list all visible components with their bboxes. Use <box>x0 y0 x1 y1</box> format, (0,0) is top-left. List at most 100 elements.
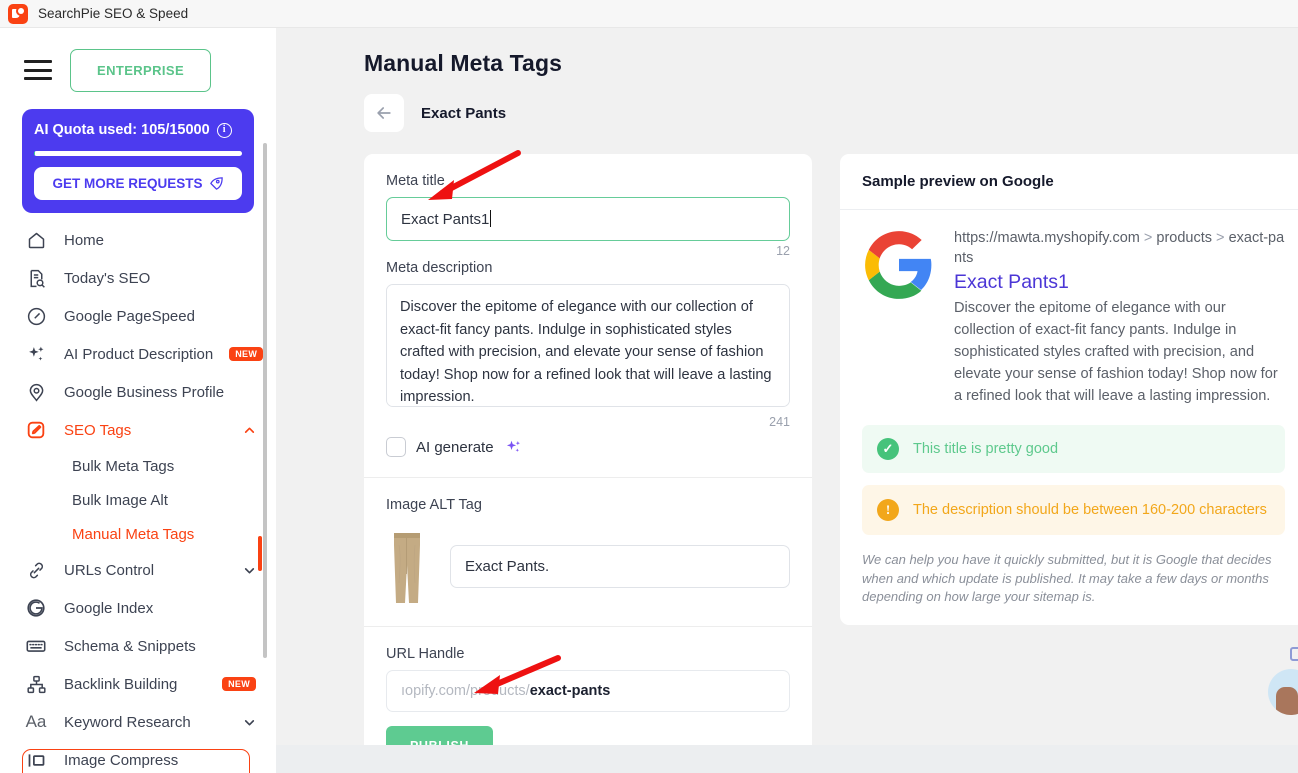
preview-description: Discover the epitome of elegance with ou… <box>954 300 1278 404</box>
sidebar-item-home[interactable]: Home <box>0 221 276 259</box>
sidebar-item-backlink-building[interactable]: Backlink Building NEW <box>0 665 276 703</box>
arrow-left-icon <box>377 107 391 119</box>
sidebar-subitem-label: Manual Meta Tags <box>72 525 195 543</box>
hamburger-menu-icon[interactable] <box>24 60 52 80</box>
preview-url-path-1: products <box>1156 230 1213 246</box>
home-icon <box>24 228 48 252</box>
active-item-indicator <box>258 536 262 571</box>
ai-generate-label: AI generate <box>416 438 494 456</box>
sidebar: ENTERPRISE AI Quota used: 105/15000 i GE… <box>0 28 276 773</box>
rocket-icon <box>209 177 223 190</box>
sidebar-item-label: Schema & Snippets <box>64 637 196 655</box>
image-alt-input[interactable]: Exact Pants. <box>450 545 790 588</box>
sidebar-item-label: SEO Tags <box>64 421 132 439</box>
meta-description-label: Meta description <box>386 260 493 276</box>
sidebar-subitem-label: Bulk Meta Tags <box>72 457 175 475</box>
sidebar-item-label: Google Business Profile <box>64 383 225 401</box>
google-g-icon <box>24 596 48 620</box>
sidebar-subitem-label: Bulk Image Alt <box>72 491 168 509</box>
sparkles-icon <box>24 342 48 366</box>
sidebar-item-label: Google PageSpeed <box>64 307 195 325</box>
sidebar-bottom-promo-box[interactable] <box>22 749 250 773</box>
breadcrumb: Exact Pants <box>276 77 1298 132</box>
sidebar-item-google-business-profile[interactable]: Google Business Profile <box>0 373 276 411</box>
breadcrumb-product-name: Exact Pants <box>421 104 507 122</box>
pants-illustration <box>386 525 428 608</box>
check-circle-icon: ✓ <box>877 438 899 460</box>
searchpie-logo-icon <box>8 3 28 24</box>
info-icon[interactable]: i <box>216 122 232 138</box>
status-alert-message: The description should be between 160-20… <box>913 502 1267 518</box>
khaki-pants-thumbnail <box>386 525 428 608</box>
ai-generate-checkbox[interactable] <box>386 437 406 457</box>
sidebar-nav: Home Today's SEO Google PageSpeed AI Pro… <box>0 213 276 773</box>
plan-badge-enterprise[interactable]: ENTERPRISE <box>70 48 212 92</box>
meta-title-input[interactable]: Exact Pants1 <box>386 197 790 241</box>
status-alert-message: This title is pretty good <box>913 441 1059 457</box>
main-content: Manual Meta Tags Exact Pants Meta title … <box>276 28 1298 773</box>
sidebar-item-schema-snippets[interactable]: Schema & Snippets <box>0 627 276 665</box>
status-alert-title: ✓ This title is pretty good <box>862 425 1285 473</box>
preview-title[interactable]: Exact Pants1 <box>954 269 1285 295</box>
meta-description-char-count: 241 <box>769 415 790 429</box>
url-handle-value: exact-pants <box>529 683 611 699</box>
sidebar-scrollbar[interactable] <box>263 143 267 658</box>
sidebar-item-google-pagespeed[interactable]: Google PageSpeed <box>0 297 276 335</box>
preview-url: https://mawta.myshopify.com > products >… <box>954 230 1285 266</box>
google-result: https://mawta.myshopify.com > products >… <box>840 210 1298 413</box>
google-preview-card: Sample preview on Google https://mawta.m… <box>840 154 1298 625</box>
status-alert-description: ! The description should be between 160-… <box>862 485 1285 535</box>
new-badge: NEW <box>229 347 264 361</box>
chevron-down-icon[interactable] <box>243 716 256 729</box>
image-alt-value: Exact Pants. <box>465 558 550 575</box>
sidebar-item-label: URLs Control <box>64 561 155 579</box>
sidebar-item-label: Google Index <box>64 599 154 617</box>
link-icon <box>24 558 48 582</box>
sidebar-subitem-bulk-meta-tags[interactable]: Bulk Meta Tags <box>0 449 276 483</box>
get-more-requests-button[interactable]: GET MORE REQUESTS <box>34 167 242 200</box>
map-pin-icon <box>24 380 48 404</box>
ai-quota-row: AI Quota used: 105/15000 i <box>34 122 242 138</box>
ai-quota-label: AI Quota used: 105/15000 <box>34 122 210 138</box>
document-search-icon <box>24 266 48 290</box>
sidebar-item-keyword-research[interactable]: Aa Keyword Research <box>0 703 276 741</box>
meta-title-value: Exact Pants1 <box>401 211 490 228</box>
keyboard-icon <box>24 634 48 658</box>
sitemap-icon <box>24 672 48 696</box>
app-title: SearchPie SEO & Speed <box>38 6 189 21</box>
sidebar-item-label: Backlink Building <box>64 675 178 693</box>
preview-column: Sample preview on Google https://mawta.m… <box>840 154 1298 773</box>
exclamation-circle-icon: ! <box>877 499 899 521</box>
chevron-down-icon[interactable] <box>243 564 256 577</box>
sidebar-item-urls-control[interactable]: URLs Control <box>0 551 276 589</box>
support-agent-avatar[interactable] <box>1268 669 1298 715</box>
sidebar-item-label: Keyword Research <box>64 713 191 731</box>
meta-title-char-count: 12 <box>776 244 790 258</box>
sidebar-item-label: Today's SEO <box>64 269 151 287</box>
ai-quota-progress-bar <box>34 151 242 156</box>
edit-square-icon <box>24 418 48 442</box>
sidebar-item-seo-tags[interactable]: SEO Tags <box>0 411 276 449</box>
sidebar-item-google-index[interactable]: Google Index <box>0 589 276 627</box>
preview-header: Sample preview on Google <box>840 154 1298 210</box>
preview-note: We can help you have it quickly submitte… <box>862 552 1272 604</box>
url-handle-label: URL Handle <box>386 646 465 662</box>
url-handle-input[interactable]: ıopify.com/products/exact-pants <box>386 670 790 712</box>
ai-quota-card: AI Quota used: 105/15000 i GET MORE REQU… <box>22 109 254 213</box>
sidebar-item-ai-product-description[interactable]: AI Product Description NEW <box>0 335 276 373</box>
back-button[interactable] <box>364 94 404 132</box>
sidebar-subitem-manual-meta-tags[interactable]: Manual Meta Tags <box>0 517 276 551</box>
meta-description-input[interactable] <box>386 284 790 407</box>
sparkles-icon <box>506 440 520 452</box>
bottom-strip <box>276 745 1298 773</box>
get-more-requests-label: GET MORE REQUESTS <box>52 176 203 191</box>
speedometer-icon <box>24 304 48 328</box>
chevron-up-icon[interactable] <box>243 424 256 437</box>
ai-generate-row: AI generate <box>386 429 790 467</box>
sidebar-subitem-bulk-image-alt[interactable]: Bulk Image Alt <box>0 483 276 517</box>
sidebar-item-todays-seo[interactable]: Today's SEO <box>0 259 276 297</box>
floating-widget-badge[interactable] <box>1290 647 1298 661</box>
meta-fields-card: Meta title Exact Pants1 12 Meta descript… <box>364 154 812 773</box>
font-size-icon: Aa <box>25 712 47 731</box>
sidebar-item-label: Home <box>64 231 105 249</box>
